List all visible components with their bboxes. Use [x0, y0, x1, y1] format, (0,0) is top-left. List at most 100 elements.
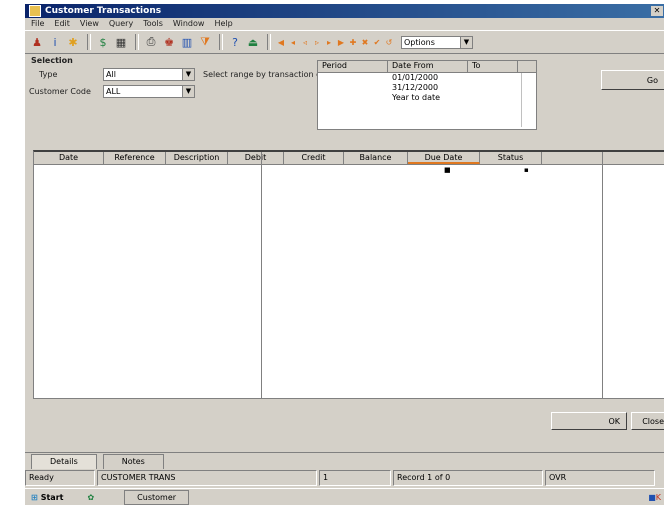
lookup-row[interactable]: 01/01/2000 [318, 73, 536, 83]
windows-logo-icon: ⊞ [31, 493, 38, 502]
start-label: Start [40, 493, 64, 502]
row-marker-icon: ■ [444, 166, 451, 174]
customer-code-select[interactable]: ALL ▼ [103, 85, 195, 98]
lookup-cell [318, 83, 388, 93]
status-page: 1 [319, 470, 391, 486]
toolbar-separator [267, 34, 271, 50]
next-record-icon[interactable]: ▹ [311, 35, 323, 49]
lookup-cell [468, 83, 518, 93]
date-range-lookup[interactable]: Period Date From To 01/01/2000 31/12/200… [317, 60, 537, 130]
lookup-cell [468, 93, 518, 103]
undo-icon[interactable]: ↺ [383, 35, 395, 49]
chevron-down-icon[interactable]: ▼ [182, 69, 194, 80]
first-record-icon[interactable]: ◀ [275, 35, 287, 49]
type-label: Type [39, 70, 58, 79]
grid-divider [602, 152, 603, 398]
type-select-value: All [106, 70, 116, 79]
exit-icon[interactable]: ⏏ [245, 34, 261, 50]
lookup-cell [318, 73, 388, 83]
selection-label: Selection [31, 56, 73, 65]
status-mode: OVR [545, 470, 655, 486]
col-credit[interactable]: Credit [284, 152, 344, 164]
lookup-row[interactable]: 31/12/2000 [318, 83, 536, 93]
start-button[interactable]: ⊞ Start [25, 493, 69, 502]
tab-notes[interactable]: Notes [102, 454, 164, 469]
menu-tools[interactable]: Tools [143, 18, 163, 30]
grid-header: Date Reference Description Debit Credit … [34, 152, 664, 165]
lookup-cell [318, 93, 388, 103]
delete-record-icon[interactable]: ✖ [359, 35, 371, 49]
close-icon[interactable]: ✕ [651, 6, 663, 16]
menu-edit[interactable]: Edit [54, 18, 70, 30]
quicklaunch-icon[interactable]: ✿ [87, 493, 94, 502]
prev-page-icon[interactable]: ◂ [287, 35, 299, 49]
person-icon[interactable]: ♟ [29, 34, 45, 50]
application-window: Customer Transactions ✕ File Edit View Q… [24, 4, 664, 505]
toolbar-separator [219, 34, 223, 50]
menu-view[interactable]: View [80, 18, 99, 30]
last-record-icon[interactable]: ▶ [335, 35, 347, 49]
star-icon[interactable]: ✱ [65, 34, 81, 50]
options-combo-value: Options [404, 37, 435, 47]
dollar-icon[interactable]: $ [95, 34, 111, 50]
grid-icon[interactable]: ▦ [113, 34, 129, 50]
col-description[interactable]: Description [166, 152, 228, 164]
chevron-down-icon[interactable]: ▼ [182, 86, 194, 97]
col-balance[interactable]: Balance [344, 152, 408, 164]
row-marker-icon: ▪ [524, 166, 529, 174]
tray-icon[interactable]: ■ [648, 493, 656, 502]
menu-help[interactable]: Help [214, 18, 232, 30]
col-debit[interactable]: Debit [228, 152, 284, 164]
menu-query[interactable]: Query [109, 18, 133, 30]
tab-details[interactable]: Details [31, 454, 97, 469]
lookup-col-date-from[interactable]: Date From [388, 61, 468, 72]
go-button[interactable]: Go [601, 70, 664, 90]
next-page-icon[interactable]: ▸ [323, 35, 335, 49]
new-record-icon[interactable]: ✚ [347, 35, 359, 49]
window-title: Customer Transactions [45, 6, 162, 16]
lookup-cell: Year to date [392, 93, 441, 102]
menu-file[interactable]: File [31, 18, 44, 30]
col-date[interactable]: Date [34, 152, 104, 164]
info-icon[interactable]: i [47, 34, 63, 50]
ok-button[interactable]: OK [551, 412, 627, 430]
toolbar: ♟ i ✱ $ ▦ ⎙ ♚ ▥ ⧩ ? ⏏ ◀ ◂ ◃ ▹ ▸ ▶ ✚ ✖ ✔ … [25, 30, 664, 54]
toolbar-separator [87, 34, 91, 50]
customer-code-value: ALL [106, 87, 121, 96]
print-icon[interactable]: ⎙ [143, 34, 159, 50]
lookup-col-to[interactable]: To [468, 61, 518, 72]
status-ready: Ready [25, 470, 95, 486]
prev-record-icon[interactable]: ◃ [299, 35, 311, 49]
lookup-col-period[interactable]: Period [318, 61, 388, 72]
taskbar-task[interactable]: Customer [124, 490, 190, 505]
filter-icon[interactable]: ⧩ [197, 34, 213, 50]
taskbar: ⊞ Start ✿ Customer ■ K [25, 488, 664, 505]
col-reference[interactable]: Reference [104, 152, 166, 164]
tray-icon[interactable]: K [656, 493, 661, 502]
menu-window[interactable]: Window [173, 18, 205, 30]
col-due-date[interactable]: Due Date [408, 152, 480, 164]
range-label: Select range by transaction date [203, 70, 335, 79]
lookup-cell: 31/12/2000 [392, 83, 439, 92]
status-record: Record 1 of 0 [393, 470, 543, 486]
transactions-grid[interactable]: Date Reference Description Debit Credit … [33, 150, 664, 399]
options-combo[interactable]: Options ▼ [401, 35, 473, 49]
type-select[interactable]: All ▼ [103, 68, 195, 81]
lookup-cell [468, 73, 518, 83]
close-button[interactable]: Close [631, 412, 664, 430]
lookup-scrollbar[interactable] [521, 73, 532, 127]
chart-icon[interactable]: ▥ [179, 34, 195, 50]
lookup-cell: 01/01/2000 [392, 73, 439, 82]
lookup-row[interactable]: Year to date [318, 93, 536, 103]
customer-code-label: Customer Code [29, 87, 91, 96]
tab-strip: Details Notes [25, 452, 664, 469]
save-record-icon[interactable]: ✔ [371, 35, 383, 49]
chevron-down-icon[interactable]: ▼ [460, 36, 472, 48]
menu-bar: File Edit View Query Tools Window Help [25, 18, 664, 30]
col-status[interactable]: Status [480, 152, 542, 164]
lookup-header: Period Date From To [318, 61, 536, 73]
app-icon [29, 5, 41, 17]
help-icon[interactable]: ? [227, 34, 243, 50]
users-icon[interactable]: ♚ [161, 34, 177, 50]
taskbar-task-label: Customer [137, 493, 177, 502]
